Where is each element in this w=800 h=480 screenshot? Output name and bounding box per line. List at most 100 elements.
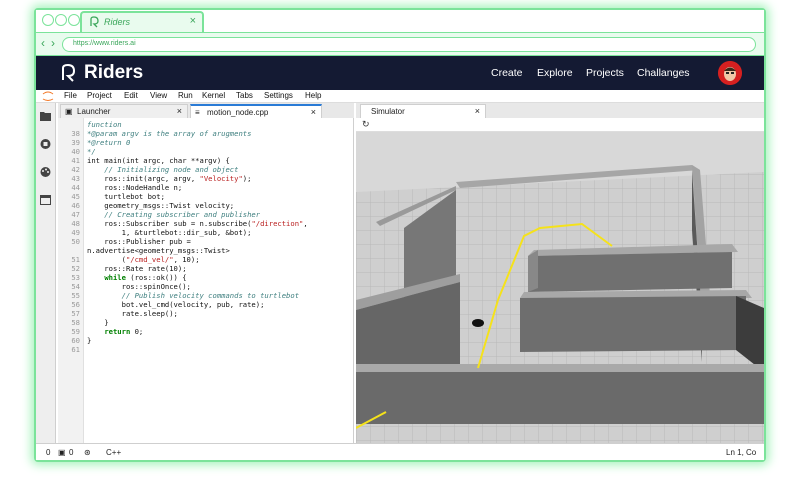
palette-icon[interactable] bbox=[40, 167, 51, 177]
riders-logo-icon[interactable] bbox=[58, 63, 78, 83]
browser-tab-title: Riders bbox=[104, 17, 131, 27]
code-text: */ bbox=[87, 147, 96, 156]
close-icon[interactable]: × bbox=[177, 106, 182, 116]
menu-run[interactable]: Run bbox=[178, 91, 193, 100]
tab-launcher-label: Launcher bbox=[77, 107, 111, 116]
status-mode-count[interactable]: 0 bbox=[69, 448, 73, 457]
line-number: 42 bbox=[71, 165, 80, 174]
menu-settings[interactable]: Settings bbox=[264, 91, 293, 100]
code-text: *@param argv is the array of arugments bbox=[87, 129, 252, 138]
browser-tab[interactable]: Riders × bbox=[80, 11, 204, 32]
user-face-icon bbox=[718, 61, 742, 85]
folder-icon[interactable] bbox=[40, 111, 51, 121]
code-text: n.advertise<geometry_msgs::Twist> bbox=[87, 246, 230, 255]
activity-sidebar bbox=[36, 103, 56, 443]
code-text: function bbox=[87, 120, 122, 129]
nav-create[interactable]: Create bbox=[491, 67, 523, 79]
menu-bar: File Project Edit View Run Kernel Tabs S… bbox=[36, 90, 764, 103]
browser-window: Riders × ‹ › https://www.riders.ai Rider… bbox=[34, 8, 766, 462]
code-text: ros::Publisher pub = bbox=[87, 237, 191, 246]
code-text: ros::Rate rate(10); bbox=[87, 264, 187, 273]
menu-view[interactable]: View bbox=[150, 91, 167, 100]
forward-icon[interactable]: › bbox=[51, 36, 55, 50]
line-number: 61 bbox=[71, 345, 80, 354]
code-text: ("/cmd_vel/", 10); bbox=[87, 255, 200, 264]
turtlebot-robot[interactable] bbox=[472, 319, 484, 327]
maze-wall bbox=[356, 364, 764, 372]
line-number: 45 bbox=[71, 192, 80, 201]
jupyter-logo-icon bbox=[42, 90, 54, 102]
maze-wall bbox=[528, 252, 732, 292]
close-icon[interactable]: × bbox=[190, 15, 196, 27]
close-icon[interactable]: × bbox=[475, 106, 480, 116]
line-number: 52 bbox=[71, 264, 80, 273]
menu-project[interactable]: Project bbox=[87, 91, 112, 100]
menu-help[interactable]: Help bbox=[305, 91, 321, 100]
line-number: 43 bbox=[71, 174, 80, 183]
line-number: 49 bbox=[71, 228, 80, 237]
terminal-icon[interactable]: ▣ bbox=[58, 448, 66, 457]
window-dot-icon[interactable] bbox=[55, 14, 67, 26]
line-number: 39 bbox=[71, 138, 80, 147]
code-text: return 0; bbox=[104, 327, 144, 336]
status-language[interactable]: C++ bbox=[106, 448, 121, 457]
tab-motion-node-label: motion_node.cpp bbox=[207, 108, 269, 117]
tab-simulator-label: Simulator bbox=[371, 107, 405, 116]
editor-tabbar: ▣ Launcher × ≡ motion_node.cpp × bbox=[58, 103, 354, 118]
code-text: // Initializing node and object bbox=[87, 165, 239, 174]
nav-challanges[interactable]: Challanges bbox=[637, 67, 690, 79]
simulator-toolbar: ↻ bbox=[356, 118, 764, 132]
menu-file[interactable]: File bbox=[64, 91, 77, 100]
code-text: ros::init(argc, argv, "Velocity"); bbox=[87, 174, 252, 183]
tab-motion-node[interactable]: ≡ motion_node.cpp × bbox=[190, 104, 322, 118]
window-icon[interactable] bbox=[40, 195, 51, 205]
line-number: 57 bbox=[71, 309, 80, 318]
kernel-icon[interactable]: ⊛ bbox=[84, 448, 91, 457]
url-input[interactable]: https://www.riders.ai bbox=[62, 37, 756, 52]
line-number: 54 bbox=[71, 282, 80, 291]
code-text: } bbox=[87, 318, 109, 327]
code-text: int main(int argc, char **argv) { bbox=[87, 156, 230, 165]
nav-explore[interactable]: Explore bbox=[537, 67, 573, 79]
code-text: ros::spinOnce(); bbox=[87, 282, 191, 291]
close-icon[interactable]: × bbox=[311, 107, 316, 117]
tab-launcher[interactable]: ▣ Launcher × bbox=[60, 104, 188, 118]
refresh-icon[interactable]: ↻ bbox=[362, 119, 370, 130]
line-number: 50 bbox=[71, 237, 80, 246]
status-bar: 0 ▣ 0 ⊛ C++ Ln 1, Co bbox=[36, 443, 764, 460]
line-number: 58 bbox=[71, 318, 80, 327]
nav-projects[interactable]: Projects bbox=[586, 67, 624, 79]
maze-wall bbox=[528, 250, 538, 292]
window-dot-icon[interactable] bbox=[68, 14, 80, 26]
address-bar: ‹ › https://www.riders.ai bbox=[36, 32, 764, 56]
tab-simulator[interactable]: Simulator × bbox=[360, 104, 486, 118]
code-text: ros::NodeHandle n; bbox=[87, 183, 183, 192]
menu-kernel[interactable]: Kernel bbox=[202, 91, 225, 100]
code-text: *@return 0 bbox=[87, 138, 131, 147]
avatar[interactable] bbox=[718, 61, 742, 85]
launcher-icon: ▣ bbox=[65, 107, 73, 116]
maze-wall bbox=[356, 372, 764, 424]
line-number: 59 bbox=[71, 327, 80, 336]
stop-circle-icon[interactable] bbox=[40, 139, 51, 149]
window-dot-icon[interactable] bbox=[42, 14, 54, 26]
menu-edit[interactable]: Edit bbox=[124, 91, 138, 100]
line-number: 41 bbox=[71, 156, 80, 165]
file-icon: ≡ bbox=[195, 108, 200, 117]
browser-tabbar: Riders × bbox=[36, 10, 764, 32]
code-editor[interactable]: function 38 *@param argv is the array of a… bbox=[58, 118, 354, 443]
line-number: 56 bbox=[71, 300, 80, 309]
line-number: 53 bbox=[71, 273, 80, 282]
status-count[interactable]: 0 bbox=[46, 448, 50, 457]
simulator-viewport[interactable] bbox=[356, 132, 764, 443]
back-icon[interactable]: ‹ bbox=[41, 36, 45, 50]
brand-name[interactable]: Riders bbox=[84, 62, 143, 84]
status-cursor-position[interactable]: Ln 1, Co bbox=[726, 448, 756, 457]
menu-tabs[interactable]: Tabs bbox=[236, 91, 253, 100]
code-text: } bbox=[87, 336, 92, 345]
line-number: 60 bbox=[71, 336, 80, 345]
line-number: 46 bbox=[71, 201, 80, 210]
line-number: 47 bbox=[71, 210, 80, 219]
code-text: bot.vel_cmd(velocity, pub, rate); bbox=[87, 300, 265, 309]
line-number: 55 bbox=[71, 291, 80, 300]
